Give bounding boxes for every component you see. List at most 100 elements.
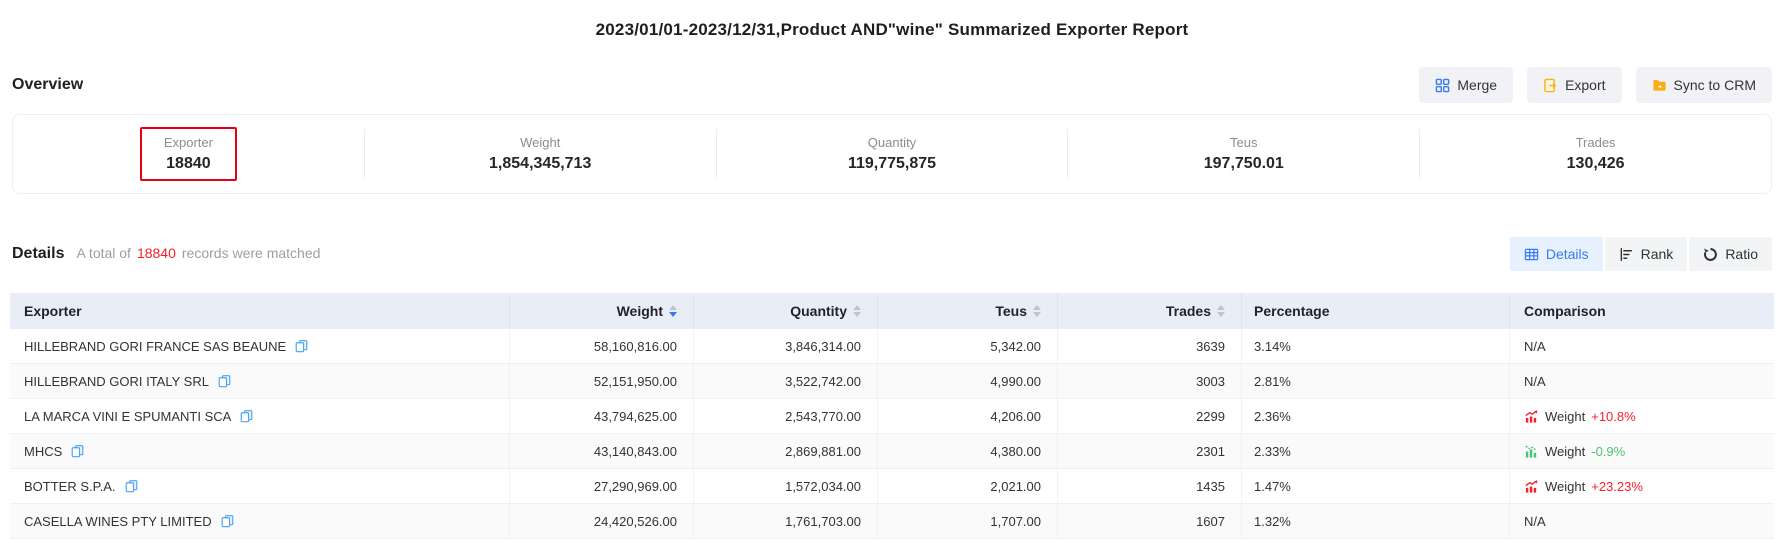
cell-weight: 58,160,816.00	[510, 329, 694, 363]
sync-to-crm-button[interactable]: Sync to CRM	[1636, 67, 1772, 103]
comparison-na: N/A	[1524, 514, 1546, 529]
copy-button[interactable]	[125, 479, 138, 493]
copy-icon	[240, 409, 253, 423]
cell-quantity: 2,869,881.00	[694, 434, 878, 468]
sort-carets	[669, 305, 677, 317]
tab-label: Ratio	[1725, 246, 1758, 262]
table-row: HILLEBRAND GORI ITALY SRL 52,151,950.003…	[10, 364, 1774, 399]
table-row: BOTTER S.P.A. 27,290,969.001,572,034.002…	[10, 469, 1774, 504]
tab-ratio[interactable]: Ratio	[1689, 237, 1772, 271]
copy-button[interactable]	[240, 409, 253, 423]
trend-up-icon	[1524, 479, 1539, 494]
exporter-name: LA MARCA VINI E SPUMANTI SCA	[24, 409, 231, 424]
stat-item-weight: Weight1,854,345,713	[364, 129, 716, 179]
sync-folder-icon	[1652, 78, 1667, 93]
cell-comparison: N/A	[1510, 504, 1774, 538]
stat-item-teus: Teus197,750.01	[1067, 129, 1419, 179]
stat-box: Weight1,854,345,713	[465, 127, 615, 181]
weight-value: 43,794,625.00	[594, 409, 677, 424]
copy-button[interactable]	[71, 444, 84, 458]
header-cell-trades[interactable]: Trades	[1058, 293, 1242, 329]
stat-label: Weight	[520, 135, 560, 150]
cell-comparison: Weight+10.8%	[1510, 399, 1774, 433]
cell-trades: 1607	[1058, 504, 1242, 538]
record-count: 18840	[137, 245, 176, 261]
table-row: MHCS 43,140,843.002,869,881.004,380.0023…	[10, 434, 1774, 469]
copy-icon	[295, 339, 308, 353]
percentage-value: 2.33%	[1254, 444, 1291, 459]
cell-quantity: 2,543,770.00	[694, 399, 878, 433]
comparison-label: Weight	[1545, 409, 1585, 424]
cell-teus: 4,206.00	[878, 399, 1058, 433]
tab-rank[interactable]: Rank	[1605, 237, 1688, 271]
teus-value: 4,206.00	[990, 409, 1041, 424]
merge-button[interactable]: Merge	[1419, 67, 1513, 103]
header-cell-quantity[interactable]: Quantity	[694, 293, 878, 329]
quantity-value: 3,846,314.00	[785, 339, 861, 354]
percentage-value: 2.81%	[1254, 374, 1291, 389]
merge-icon	[1435, 78, 1450, 93]
weight-value: 58,160,816.00	[594, 339, 677, 354]
header-label: Exporter	[24, 303, 82, 319]
header-cell-percentage: Percentage	[1242, 293, 1510, 329]
stat-label: Teus	[1230, 135, 1257, 150]
quantity-value: 2,869,881.00	[785, 444, 861, 459]
export-button[interactable]: Export	[1527, 67, 1621, 103]
copy-icon	[71, 444, 84, 458]
header-cell-teus[interactable]: Teus	[878, 293, 1058, 329]
caret-down-icon	[1033, 312, 1041, 317]
records-summary: A total of 18840 records were matched	[76, 245, 320, 261]
weight-value: 24,420,526.00	[594, 514, 677, 529]
cell-exporter: CASELLA WINES PTY LIMITED	[10, 504, 510, 538]
stat-label: Quantity	[868, 135, 916, 150]
teus-value: 4,380.00	[990, 444, 1041, 459]
header-cell-weight[interactable]: Weight	[510, 293, 694, 329]
comparison-indicator: Weight+10.8%	[1524, 409, 1636, 424]
cell-percentage: 2.81%	[1242, 364, 1510, 398]
teus-value: 4,990.00	[990, 374, 1041, 389]
cell-exporter: MHCS	[10, 434, 510, 468]
records-summary-suffix: records were matched	[182, 245, 321, 261]
copy-icon	[125, 479, 138, 493]
cell-teus: 4,990.00	[878, 364, 1058, 398]
cell-quantity: 3,846,314.00	[694, 329, 878, 363]
stat-item-trades: Trades130,426	[1419, 129, 1771, 179]
trend-up-icon	[1524, 409, 1539, 424]
caret-up-icon	[1217, 305, 1225, 310]
comparison-label: Weight	[1545, 479, 1585, 494]
copy-button[interactable]	[221, 514, 234, 528]
cell-teus: 2,021.00	[878, 469, 1058, 503]
toolbar: Merge Export Sync to CRM	[1419, 67, 1772, 103]
tab-label: Rank	[1641, 246, 1674, 262]
percentage-value: 2.36%	[1254, 409, 1291, 424]
table-header: Exporter Weight QuantityTeusTradesPercenta…	[10, 293, 1774, 329]
cell-percentage: 1.32%	[1242, 504, 1510, 538]
cell-weight: 52,151,950.00	[510, 364, 694, 398]
overview-header-row: Overview Merge Export	[0, 66, 1784, 104]
stat-box: Teus197,750.01	[1180, 127, 1308, 181]
cell-weight: 43,794,625.00	[510, 399, 694, 433]
table-row: HILLEBRAND GORI FRANCE SAS BEAUNE 58,160…	[10, 329, 1774, 364]
sort-carets	[853, 305, 861, 317]
trades-value: 2301	[1196, 444, 1225, 459]
cell-percentage: 2.33%	[1242, 434, 1510, 468]
copy-button[interactable]	[295, 339, 308, 353]
stat-value: 130,426	[1567, 155, 1625, 173]
quantity-value: 3,522,742.00	[785, 374, 861, 389]
trend-down-icon	[1524, 444, 1539, 459]
copy-button[interactable]	[218, 374, 231, 388]
stat-box: Trades130,426	[1543, 127, 1649, 181]
tab-details[interactable]: Details	[1510, 237, 1603, 271]
header-label: Weight	[617, 303, 663, 319]
quantity-value: 2,543,770.00	[785, 409, 861, 424]
details-left: Details A total of 18840 records were ma…	[12, 245, 320, 263]
details-heading: Details	[12, 245, 64, 263]
merge-button-label: Merge	[1457, 77, 1497, 93]
cell-quantity: 1,572,034.00	[694, 469, 878, 503]
copy-icon	[221, 514, 234, 528]
cell-percentage: 1.47%	[1242, 469, 1510, 503]
trend-down-icon	[1524, 444, 1539, 459]
comparison-value: -0.9%	[1591, 444, 1625, 459]
comparison-indicator: Weight+23.23%	[1524, 479, 1643, 494]
caret-up-icon	[1033, 305, 1041, 310]
